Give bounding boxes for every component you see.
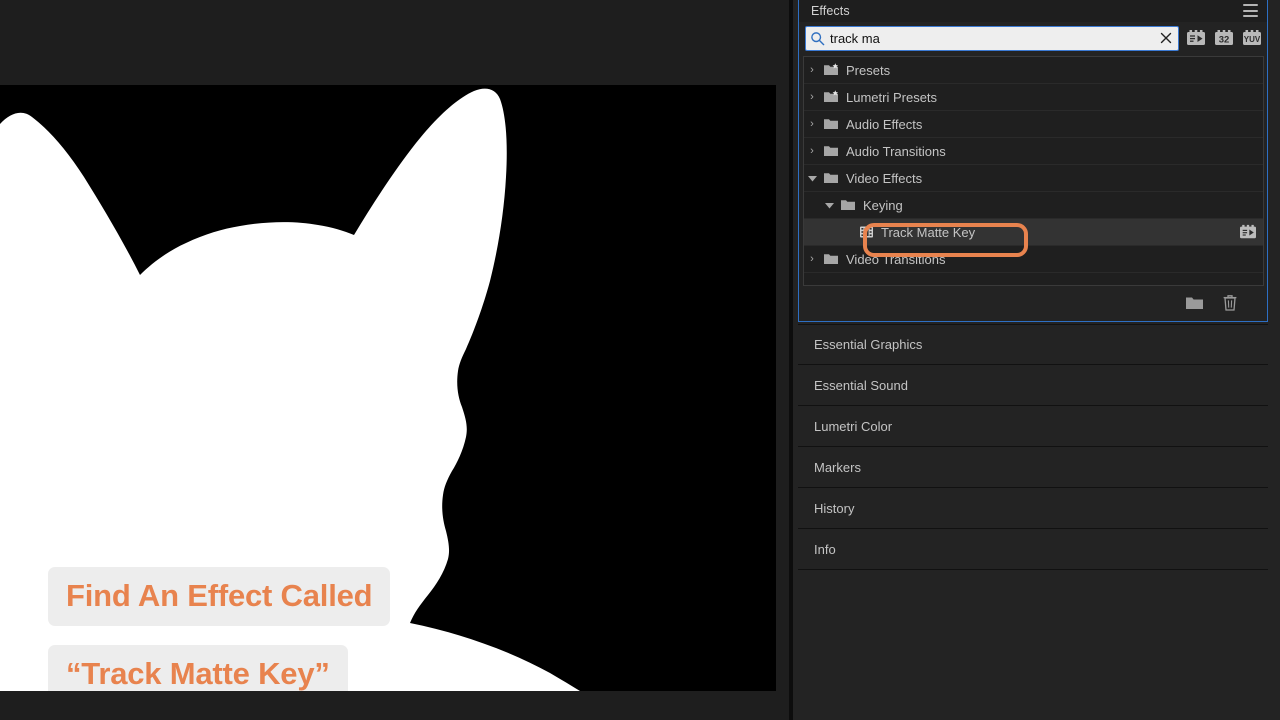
panel-header-markers[interactable]: Markers — [798, 447, 1268, 488]
accelerated-effects-badge — [1239, 224, 1257, 240]
tree-item-label: Lumetri Presets — [846, 89, 938, 105]
effects-search-row: 32 YUV — [799, 22, 1267, 54]
collapsed-panel-list: Essential Graphics Essential Sound Lumet… — [798, 324, 1268, 570]
caption-line-2: “Track Matte Key” — [48, 645, 348, 691]
chevron-right-icon[interactable]: › — [804, 118, 820, 130]
tree-row-track-matte-key[interactable]: Track Matte Key — [804, 219, 1263, 246]
trash-icon[interactable] — [1222, 294, 1238, 312]
tree-item-label: Audio Effects — [846, 116, 923, 132]
tree-item-label: Track Matte Key — [881, 224, 976, 240]
panel-header-essential-graphics[interactable]: Essential Graphics — [798, 324, 1268, 365]
effects-panel-footer — [803, 289, 1264, 317]
close-icon[interactable] — [1154, 27, 1178, 50]
folder-icon — [820, 117, 842, 131]
accelerated-effects-filter-icon[interactable] — [1185, 28, 1207, 49]
panel-header-label: Essential Sound — [814, 377, 908, 393]
panel-header-info[interactable]: Info — [798, 529, 1268, 570]
hamburger-menu-icon[interactable] — [1243, 4, 1258, 17]
panel-header-label: Markers — [814, 459, 861, 475]
yuv-color-filter-icon[interactable]: YUV — [1241, 28, 1263, 49]
folder-icon — [837, 198, 859, 212]
tree-row-audio-effects[interactable]: › Audio Effects — [804, 111, 1263, 138]
tree-item-label: Keying — [863, 197, 903, 213]
panel-header-essential-sound[interactable]: Essential Sound — [798, 365, 1268, 406]
folder-icon — [820, 171, 842, 185]
svg-text:YUV: YUV — [1244, 35, 1261, 44]
tree-item-label: Video Transitions — [846, 251, 946, 267]
panel-header-lumetri-color[interactable]: Lumetri Color — [798, 406, 1268, 447]
chevron-right-icon[interactable]: › — [804, 91, 820, 103]
tree-row-audio-transitions[interactable]: › Audio Transitions — [804, 138, 1263, 165]
video-preview[interactable]: Find An Effect Called “Track Matte Key” — [0, 85, 776, 691]
tree-item-label: Video Effects — [846, 170, 923, 186]
effects-tree[interactable]: › Presets › Lumetri Presets › Audio Effe… — [803, 56, 1264, 286]
effects-panel: Effects track ma 32 YUV › Presets › Lume… — [798, 0, 1268, 322]
tree-row-keying[interactable]: Keying — [804, 192, 1263, 219]
panel-header-label: Lumetri Color — [814, 418, 893, 434]
tree-row-video-effects[interactable]: Video Effects — [804, 165, 1263, 192]
tree-row-presets[interactable]: › Presets — [804, 57, 1263, 84]
panel-header-label: Info — [814, 541, 836, 557]
search-icon — [806, 31, 828, 46]
preset-folder-icon — [820, 90, 842, 104]
preset-folder-icon — [820, 63, 842, 77]
right-panel-stack: Effects track ma 32 YUV › Presets › Lume… — [793, 0, 1280, 720]
premiere-pro-window: Find An Effect Called “Track Matte Key” … — [0, 0, 1280, 720]
new-custom-bin-button[interactable] — [1185, 295, 1204, 311]
tree-item-label: Presets — [846, 62, 891, 78]
effects-panel-tabbar: Effects — [799, 0, 1267, 22]
tree-row-lumetri-presets[interactable]: › Lumetri Presets — [804, 84, 1263, 111]
search-input[interactable] — [828, 30, 1154, 46]
tree-item-label: Audio Transitions — [846, 143, 946, 159]
chevron-down-icon[interactable] — [821, 202, 837, 209]
tree-row-video-transitions[interactable]: › Video Transitions — [804, 246, 1263, 273]
folder-icon — [820, 144, 842, 158]
program-monitor-area: Find An Effect Called “Track Matte Key” — [0, 0, 793, 720]
effect-icon — [855, 225, 877, 239]
caption-line-1: Find An Effect Called — [48, 567, 391, 626]
chevron-right-icon[interactable]: › — [804, 253, 820, 265]
chevron-right-icon[interactable]: › — [804, 64, 820, 76]
chevron-right-icon[interactable]: › — [804, 145, 820, 157]
search-box[interactable] — [805, 25, 1179, 51]
tab-effects[interactable]: Effects — [799, 4, 850, 18]
32-bit-color-filter-icon[interactable]: 32 — [1213, 28, 1235, 49]
panel-header-label: Essential Graphics — [814, 337, 923, 352]
folder-icon — [820, 252, 842, 266]
panel-header-history[interactable]: History — [798, 488, 1268, 529]
panel-header-label: History — [814, 500, 855, 516]
chevron-down-icon[interactable] — [804, 175, 820, 182]
svg-text:32: 32 — [1219, 34, 1230, 45]
